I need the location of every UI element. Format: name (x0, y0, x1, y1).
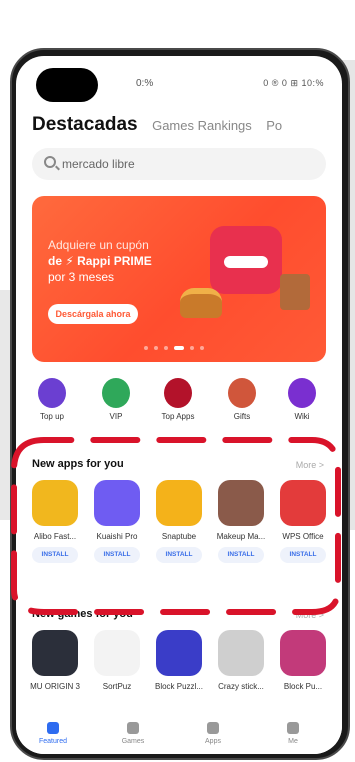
game-name: SortPuz (102, 682, 132, 691)
tab-games-rankings[interactable]: Games Rankings (152, 118, 252, 133)
nav-featured[interactable]: Featured (28, 722, 78, 745)
profile-icon (287, 722, 299, 734)
carousel-dot (144, 346, 148, 350)
nav-games[interactable]: Games (108, 722, 158, 745)
category-wiki[interactable]: Wiki (280, 378, 324, 421)
phone-screen: 0:% 0 ® 0 ⊞ 10:% Destacadas Games Rankin… (16, 56, 342, 754)
category-label: VIP (109, 412, 123, 421)
promo-banner[interactable]: Adquiere un cupón de ⚡ Rappi PRIME por 3… (32, 196, 326, 362)
banner-download-button[interactable]: Descárgala ahora (48, 304, 138, 324)
category-vip[interactable]: VIP (94, 378, 138, 421)
top-up-icon (38, 378, 66, 408)
category-label: Gifts (233, 412, 251, 421)
app-card[interactable]: Kuaishi Pro INSTALL (90, 480, 144, 563)
app-icon[interactable] (32, 480, 78, 526)
search-input[interactable]: mercado libre (62, 157, 135, 171)
search-icon (44, 156, 56, 168)
nav-label: Games (121, 738, 145, 745)
app-icon[interactable] (94, 480, 140, 526)
top-tabs: Destacadas Games Rankings Po (32, 114, 342, 144)
game-icon[interactable] (94, 630, 140, 676)
install-button[interactable]: INSTALL (218, 547, 264, 563)
app-card[interactable]: Makeup Ma... INSTALL (214, 480, 268, 563)
carousel-dot (200, 346, 204, 350)
nav-label: Me (288, 738, 298, 745)
tab-popular[interactable]: Po (266, 118, 282, 133)
app-icon[interactable] (218, 480, 264, 526)
carousel-dot-active (174, 346, 184, 350)
category-label: Top Apps (161, 412, 195, 421)
category-gifts[interactable]: Gifts (220, 378, 264, 421)
top-apps-icon (164, 378, 192, 408)
category-top-apps[interactable]: Top Apps (156, 378, 200, 421)
game-name: Block Puzzl... (154, 682, 203, 691)
game-icon[interactable] (218, 630, 264, 676)
app-card[interactable]: WPS Office INSTALL (276, 480, 330, 563)
game-name: Block Pu... (283, 682, 323, 691)
nav-label: Apps (205, 738, 221, 745)
category-label: Wiki (294, 412, 310, 421)
carousel-dot (154, 346, 158, 350)
install-button[interactable]: INSTALL (32, 547, 78, 563)
game-card[interactable]: MU ORIGIN 3 (28, 630, 82, 691)
new-apps-title: New apps for you (32, 458, 124, 470)
game-icon[interactable] (32, 630, 78, 676)
gamepad-icon (127, 722, 139, 734)
banner-line-3: por 3 meses (48, 270, 115, 284)
app-name: WPS Office (282, 532, 324, 541)
camera-cutout (36, 68, 98, 102)
install-button[interactable]: INSTALL (156, 547, 202, 563)
carousel-dot (190, 346, 194, 350)
category-top-up[interactable]: Top up (30, 378, 74, 421)
app-icon[interactable] (156, 480, 202, 526)
search-bar[interactable]: mercado libre (32, 148, 326, 180)
carousel-dot (164, 346, 168, 350)
install-button[interactable]: INSTALL (94, 547, 140, 563)
wiki-icon (288, 378, 316, 408)
game-card[interactable]: Block Pu... (276, 630, 330, 691)
burger-illustration (180, 288, 222, 318)
status-time: 0:% (136, 78, 154, 89)
game-name: MU ORIGIN 3 (30, 682, 80, 691)
background-top (0, 0, 355, 40)
new-games-more-link[interactable]: More > (296, 610, 324, 620)
game-icon[interactable] (156, 630, 202, 676)
new-games-title: New games for you (32, 608, 133, 620)
nav-me[interactable]: Me (268, 722, 318, 745)
gift-box-illustration (210, 226, 282, 294)
bookmark-icon (47, 722, 59, 734)
game-name: Crazy stick... (218, 682, 264, 691)
app-name: Kuaishi Pro (96, 532, 138, 541)
apps-grid-icon (207, 722, 219, 734)
nav-apps[interactable]: Apps (188, 722, 238, 745)
tab-featured[interactable]: Destacadas (32, 114, 138, 136)
game-card[interactable]: Crazy stick... (214, 630, 268, 691)
gifts-icon (228, 378, 256, 408)
game-icon[interactable] (280, 630, 326, 676)
game-card[interactable]: SortPuz (90, 630, 144, 691)
shopping-bag-illustration (280, 274, 310, 310)
carousel-indicator (144, 346, 214, 350)
bottom-navigation: Featured Games Apps Me (16, 722, 342, 754)
install-button[interactable]: INSTALL (280, 547, 326, 563)
vip-crown-icon (102, 378, 130, 408)
app-name: Snaptube (161, 532, 197, 541)
app-name: Makeup Ma... (216, 532, 266, 541)
app-card[interactable]: Snaptube INSTALL (152, 480, 206, 563)
app-icon[interactable] (280, 480, 326, 526)
game-card[interactable]: Block Puzzl... (152, 630, 206, 691)
banner-line-2: de ⚡ Rappi PRIME (48, 254, 152, 268)
new-apps-more-link[interactable]: More > (296, 460, 324, 470)
status-icons: 0 ® 0 ⊞ 10:% (263, 78, 324, 88)
category-label: Top up (39, 412, 65, 421)
banner-line-1: Adquiere un cupón (48, 238, 149, 252)
app-card[interactable]: Alibo Fast... INSTALL (28, 480, 82, 563)
app-name: Alibo Fast... (33, 532, 77, 541)
nav-label: Featured (38, 738, 68, 745)
